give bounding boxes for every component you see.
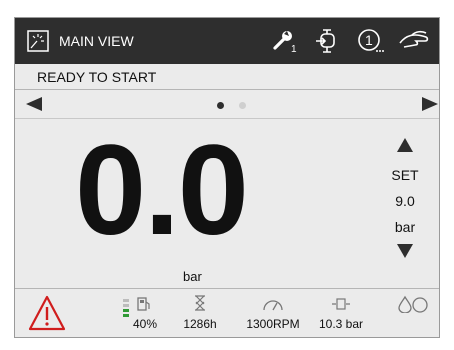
fuel-bar xyxy=(123,304,129,307)
main-reading: 0.0 bar SET 9.0 bar xyxy=(15,118,439,289)
fuel-level: 40% xyxy=(119,289,167,337)
pressure-value: 0.0 xyxy=(75,119,249,262)
drops-icon[interactable] xyxy=(395,289,431,337)
pressure-output-value: 10.3 bar xyxy=(318,317,364,331)
fuel-gauge-bars xyxy=(123,299,129,317)
engine-icon[interactable] xyxy=(313,18,343,64)
page-dot[interactable] xyxy=(239,102,246,109)
pressure-unit: bar xyxy=(183,269,202,284)
setpoint-panel: SET 9.0 bar xyxy=(381,137,429,261)
pressure-icon xyxy=(332,298,350,310)
fuel-percent: 40% xyxy=(133,317,158,331)
page-dot-active[interactable] xyxy=(217,102,224,109)
page-title: MAIN VIEW xyxy=(59,33,134,49)
view-icon[interactable] xyxy=(25,18,51,64)
status-text: READY TO START xyxy=(37,69,157,85)
hours-value: 1286h xyxy=(183,317,217,331)
status-bar: READY TO START xyxy=(15,64,439,90)
wrench-badge: 1 xyxy=(291,44,297,55)
setpoint-unit: bar xyxy=(394,219,416,235)
hand-icon[interactable] xyxy=(397,18,431,64)
fuel-bar xyxy=(123,299,129,302)
setpoint-label: SET xyxy=(391,167,419,183)
fuel-pump-icon xyxy=(137,297,150,311)
bottom-bar: 40% 1286h 1300RPM 10.3 bar xyxy=(15,288,439,337)
fuel-bar xyxy=(123,314,129,317)
engine-hours: 1286h xyxy=(175,289,225,337)
wrench-icon[interactable]: 1 xyxy=(267,18,301,64)
counter-digit: 1 xyxy=(365,32,373,48)
setpoint-value: 9.0 xyxy=(395,193,415,209)
alert-counter-icon[interactable]: 1 xyxy=(355,18,385,64)
fuel-bar xyxy=(123,309,129,312)
setpoint-down-arrow-icon[interactable] xyxy=(381,243,429,261)
screen-panel: MAIN VIEW 1 1 READY TO START 0.0 bar SET… xyxy=(14,17,440,338)
output-pressure: 10.3 bar xyxy=(311,289,371,337)
hourglass-icon xyxy=(195,295,205,311)
rpm-value: 1300RPM xyxy=(246,317,300,331)
warning-triangle-icon[interactable] xyxy=(27,289,67,337)
setpoint-up-arrow-icon[interactable] xyxy=(381,137,429,159)
engine-rpm: 1300RPM xyxy=(241,289,305,337)
page-nav xyxy=(15,90,439,118)
prev-page-arrow-icon[interactable] xyxy=(25,96,43,117)
tachometer-icon xyxy=(263,300,283,311)
title-bar: MAIN VIEW 1 1 xyxy=(15,18,439,64)
next-page-arrow-icon[interactable] xyxy=(421,96,439,117)
